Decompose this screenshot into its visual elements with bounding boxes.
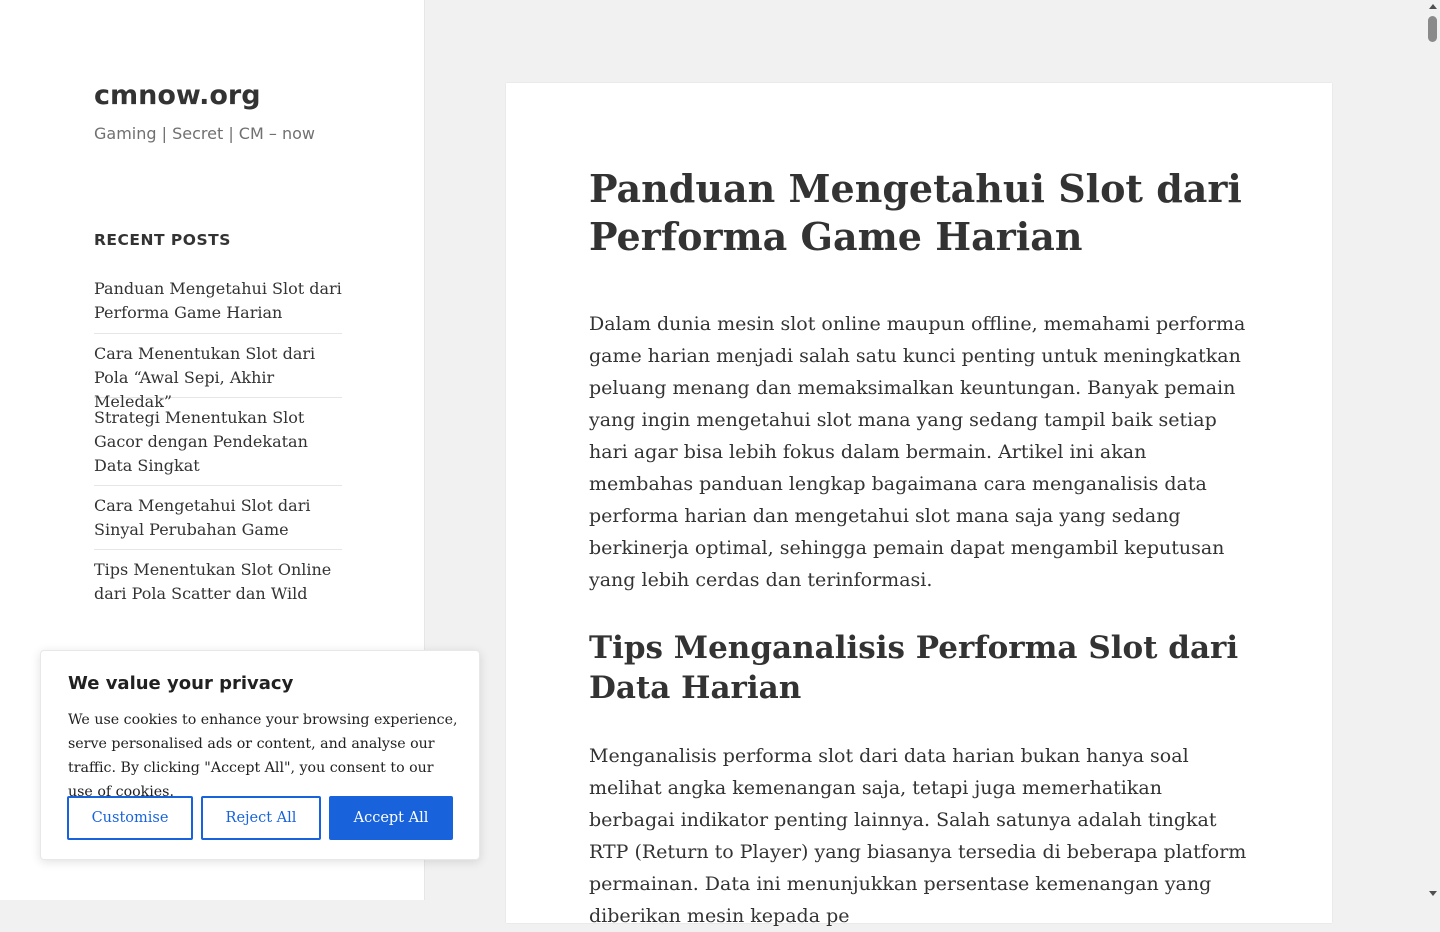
- article-subheading: Tips Menganalisis Performa Slot dari Dat…: [589, 630, 1239, 706]
- accept-all-button[interactable]: Accept All: [329, 796, 453, 840]
- cookie-banner-title: We value your privacy: [68, 673, 294, 694]
- scroll-down-arrow-icon[interactable]: [1429, 891, 1437, 896]
- article-paragraph: Menganalisis performa slot dari data har…: [589, 745, 1247, 927]
- site-description: Gaming | Secret | CM – now: [94, 124, 315, 143]
- scroll-thumb[interactable]: [1428, 16, 1437, 42]
- site-title[interactable]: cmnow.org: [94, 80, 261, 111]
- article-paragraph: Dalam dunia mesin slot online maupun off…: [589, 313, 1246, 591]
- scrollbar[interactable]: [1425, 0, 1440, 900]
- list-item: Cara Mengetahui Slot dari Sinyal Perubah…: [94, 485, 342, 549]
- cookie-consent-banner: We value your privacy We use cookies to …: [40, 650, 480, 860]
- recent-post-link[interactable]: Strategi Menentukan Slot Gacor dengan Pe…: [94, 406, 342, 478]
- recent-posts-list: Panduan Mengetahui Slot dari Performa Ga…: [94, 276, 342, 609]
- recent-post-link[interactable]: Panduan Mengetahui Slot dari Performa Ga…: [94, 277, 342, 325]
- customise-button[interactable]: Customise: [67, 796, 193, 840]
- list-item: Cara Menentukan Slot dari Pola “Awal Sep…: [94, 333, 342, 411]
- recent-post-link[interactable]: Tips Menentukan Slot Online dari Pola Sc…: [94, 558, 342, 606]
- scroll-up-arrow-icon[interactable]: [1429, 4, 1437, 9]
- list-item: Panduan Mengetahui Slot dari Performa Ga…: [94, 276, 342, 333]
- cookie-banner-text: We use cookies to enhance your browsing …: [68, 712, 458, 800]
- article-title: Panduan Mengetahui Slot dari Performa Ga…: [589, 166, 1242, 259]
- article: Panduan Mengetahui Slot dari Performa Ga…: [506, 83, 1332, 927]
- list-item: Strategi Menentukan Slot Gacor dengan Pe…: [94, 397, 342, 485]
- list-item: Tips Menentukan Slot Online dari Pola Sc…: [94, 549, 342, 609]
- recent-posts-heading: RECENT POSTS: [94, 231, 231, 249]
- recent-post-link[interactable]: Cara Mengetahui Slot dari Sinyal Perubah…: [94, 494, 342, 542]
- reject-all-button[interactable]: Reject All: [201, 796, 321, 840]
